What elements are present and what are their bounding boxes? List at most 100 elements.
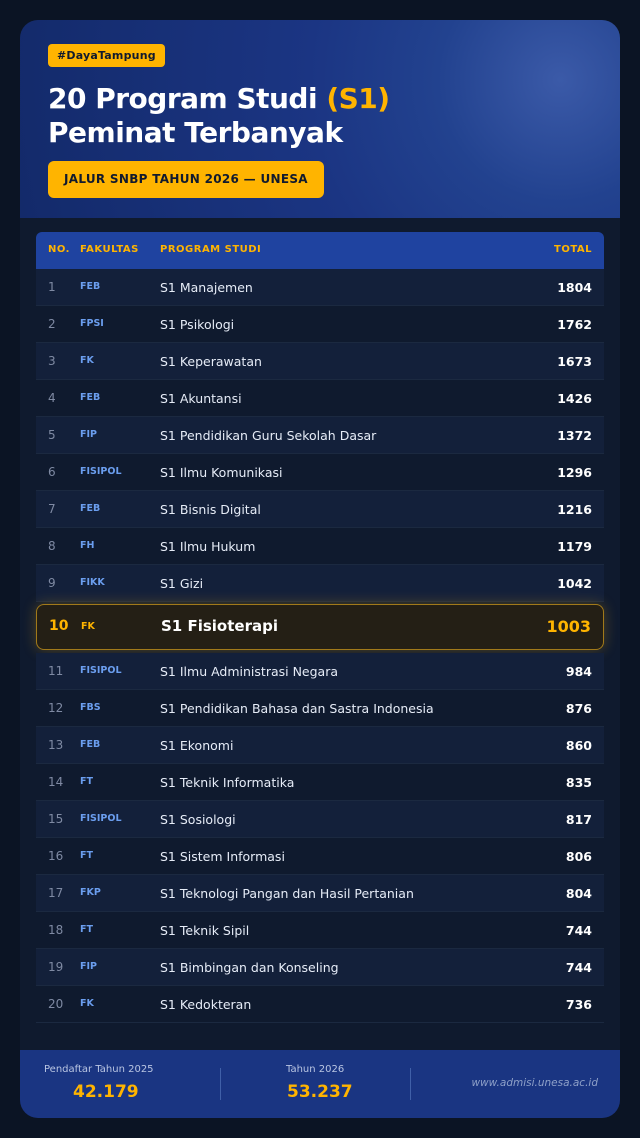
table-header: NO. FAKULTAS PROGRAM STUDI TOTAL: [36, 232, 604, 269]
table-row: 18 FT S1 Teknik Sipil 744: [36, 912, 604, 949]
row-number: 10: [49, 618, 69, 634]
row-number: 17: [48, 886, 64, 900]
table-row: 11 FISIPOL S1 Ilmu Administrasi Negara 984: [36, 653, 604, 690]
table-row: 6 FISIPOL S1 Ilmu Komunikasi 1296: [36, 454, 604, 491]
row-total: 744: [565, 923, 592, 938]
row-number: 11: [48, 664, 64, 678]
row-fakultas: FISIPOL: [80, 466, 122, 477]
row-total: 806: [565, 849, 592, 864]
row-total: 804: [565, 886, 592, 901]
row-fakultas: FEB: [80, 739, 101, 750]
row-number: 9: [48, 576, 56, 590]
stat1-label: Pendaftar Tahun 2025: [44, 1064, 154, 1075]
row-program: S1 Manajemen: [160, 280, 253, 295]
row-fakultas: FIKK: [80, 577, 105, 588]
title-line2: Peminat Terbanyak: [48, 116, 343, 149]
row-total: 736: [565, 997, 592, 1012]
title-line1-prefix: 20 Program Studi: [48, 82, 327, 115]
row-number: 12: [48, 701, 64, 715]
table-row: 16 FT S1 Sistem Informasi 806: [36, 838, 604, 875]
row-total: 860: [565, 738, 592, 753]
row-total: 984: [565, 664, 592, 679]
row-program: S1 Sistem Informasi: [160, 849, 285, 864]
table-row: 13 FEB S1 Ekonomi 860: [36, 727, 604, 764]
row-program: S1 Pendidikan Guru Sekolah Dasar: [160, 428, 377, 443]
row-number: 15: [48, 812, 64, 826]
stat2-label: Tahun 2026: [286, 1064, 345, 1075]
row-number: 3: [48, 354, 56, 368]
table-row: 8 FH S1 Ilmu Hukum 1179: [36, 528, 604, 565]
row-program: S1 Kedokteran: [160, 997, 252, 1012]
row-total: 1296: [557, 465, 592, 480]
row-total: 1426: [557, 391, 592, 406]
row-number: 4: [48, 391, 56, 405]
row-total: 876: [565, 701, 592, 716]
footer-divider: [410, 1068, 411, 1100]
row-fakultas: FISIPOL: [80, 813, 122, 824]
row-program: S1 Fisioterapi: [161, 617, 278, 635]
table-row: 9 FIKK S1 Gizi 1042: [36, 565, 604, 602]
table-row: 17 FKP S1 Teknologi Pangan dan Hasil Perta…: [36, 875, 604, 912]
row-total: 1003: [546, 617, 591, 636]
row-program: S1 Gizi: [160, 576, 204, 591]
row-fakultas: FK: [80, 355, 94, 366]
row-program: S1 Ilmu Hukum: [160, 539, 256, 554]
row-program: S1 Teknik Sipil: [160, 923, 250, 938]
row-program: S1 Teknik Informatika: [160, 775, 295, 790]
hashtag-badge: #DayaTampung: [48, 44, 165, 67]
row-program: S1 Ilmu Komunikasi: [160, 465, 283, 480]
table-row: 12 FBS S1 Pendidikan Bahasa dan Sastra Ind…: [36, 690, 604, 727]
row-program: S1 Keperawatan: [160, 354, 262, 369]
row-fakultas: FIP: [80, 961, 97, 972]
ranking-table: NO. FAKULTAS PROGRAM STUDI TOTAL 1 FEB S1 …: [36, 232, 604, 1023]
row-program: S1 Akuntansi: [160, 391, 242, 406]
table-row: 15 FISIPOL S1 Sosiologi 817: [36, 801, 604, 838]
row-number: 19: [48, 960, 64, 974]
row-fakultas: FBS: [80, 702, 101, 713]
table-row: 14 FT S1 Teknik Informatika 835: [36, 764, 604, 801]
row-total: 744: [565, 960, 592, 975]
row-fakultas: FKP: [80, 887, 101, 898]
table-row: 20 FK S1 Kedokteran 736: [36, 986, 604, 1023]
row-total: 1673: [557, 354, 592, 369]
table-row: 4 FEB S1 Akuntansi 1426: [36, 380, 604, 417]
row-program: S1 Psikologi: [160, 317, 235, 332]
row-fakultas: FT: [80, 776, 93, 787]
row-number: 6: [48, 465, 56, 479]
row-number: 7: [48, 502, 56, 516]
header-fakultas: FAKULTAS: [80, 244, 139, 255]
row-fakultas: FK: [80, 998, 94, 1009]
row-number: 16: [48, 849, 64, 863]
table-row: 19 FIP S1 Bimbingan dan Konseling 744: [36, 949, 604, 986]
row-fakultas: FEB: [80, 503, 101, 514]
row-fakultas: FT: [80, 850, 93, 861]
header-program: PROGRAM STUDI: [160, 244, 262, 255]
website-url: www.admisi.unesa.ac.id: [471, 1077, 598, 1089]
stat2-value: 53.237: [287, 1082, 353, 1102]
row-total: 1804: [557, 280, 592, 295]
row-program: S1 Pendidikan Bahasa dan Sastra Indonesi…: [160, 701, 434, 716]
row-number: 5: [48, 428, 56, 442]
row-fakultas: FT: [80, 924, 93, 935]
table-row: 1 FEB S1 Manajemen 1804: [36, 269, 604, 306]
title-line1-highlight: (S1): [326, 82, 390, 115]
infographic-card: #DayaTampung 20 Program Studi (S1) Pemin…: [20, 20, 620, 1118]
table-row-highlighted: 10 FK S1 Fisioterapi 1003: [36, 604, 604, 650]
row-number: 8: [48, 539, 56, 553]
row-total: 1372: [557, 428, 592, 443]
row-fakultas: FPSI: [80, 318, 104, 329]
row-total: 1042: [557, 576, 592, 591]
row-total: 1762: [557, 317, 592, 332]
table-row: 3 FK S1 Keperawatan 1673: [36, 343, 604, 380]
row-number: 20: [48, 997, 64, 1011]
row-total: 1216: [557, 502, 592, 517]
row-fakultas: FIP: [80, 429, 97, 440]
row-number: 1: [48, 280, 56, 294]
row-program: S1 Teknologi Pangan dan Hasil Pertanian: [160, 886, 414, 901]
row-total: 1179: [557, 539, 592, 554]
subtitle-pill: JALUR SNBP TAHUN 2026 — UNESA: [48, 161, 324, 198]
header-banner: #DayaTampung 20 Program Studi (S1) Pemin…: [20, 20, 620, 218]
table-body: 1 FEB S1 Manajemen 1804 2 FPSI S1 Psikologi 176…: [36, 269, 604, 1023]
row-program: S1 Ilmu Administrasi Negara: [160, 664, 339, 679]
page-title: 20 Program Studi (S1) Peminat Terbanyak: [48, 82, 390, 150]
